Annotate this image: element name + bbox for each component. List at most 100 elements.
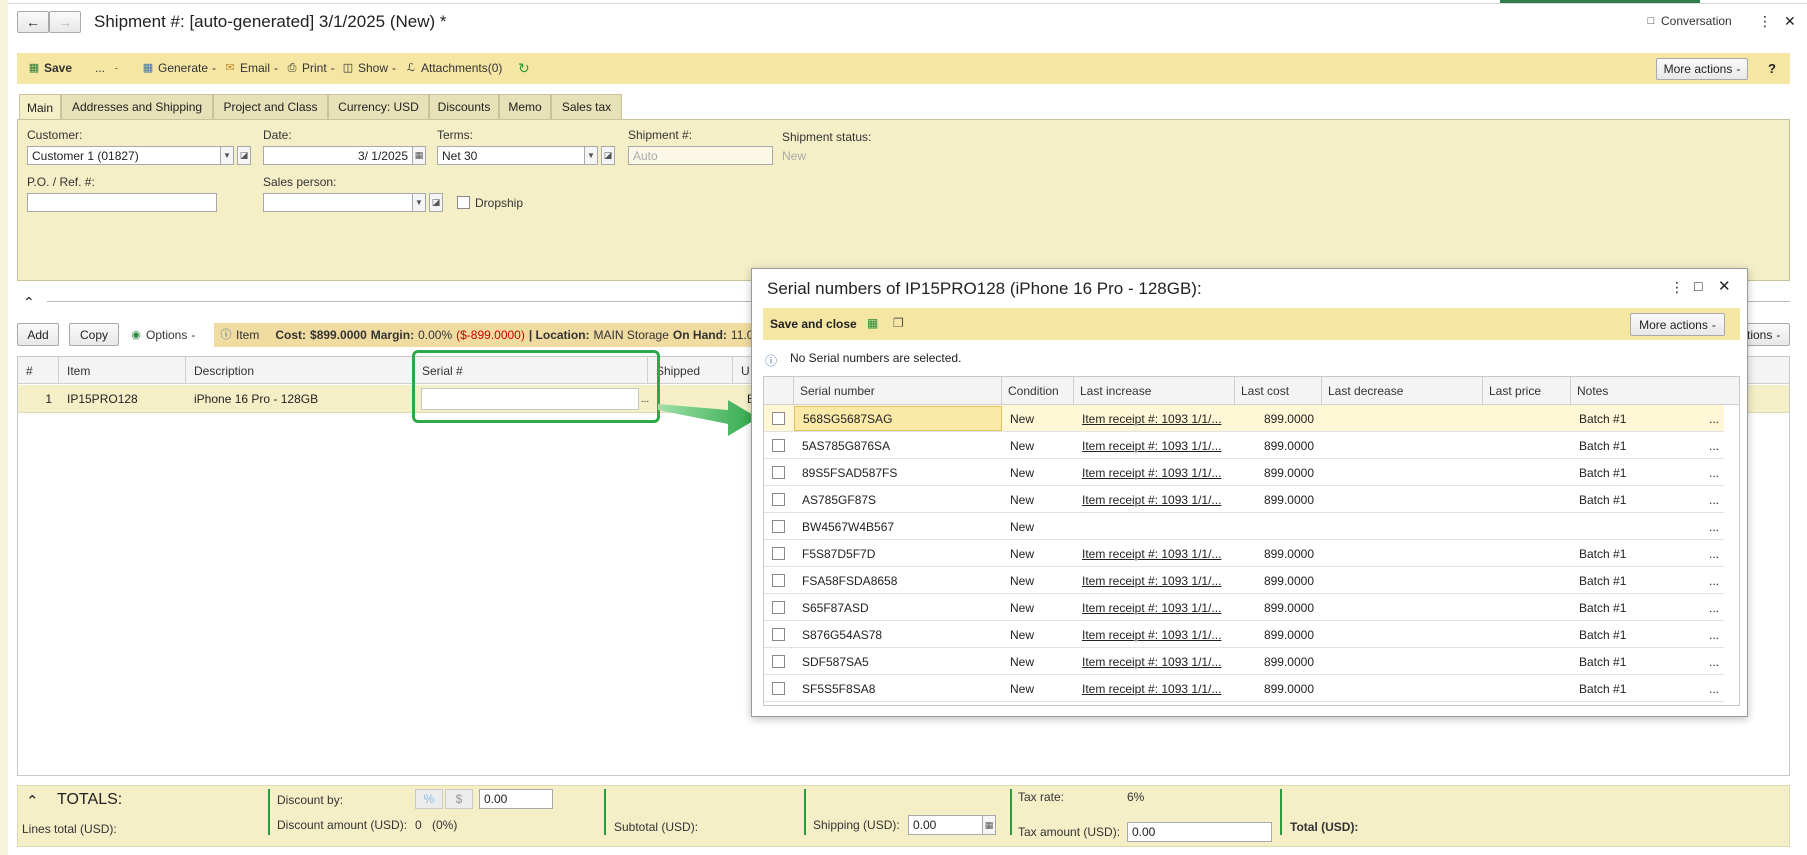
column-header-number[interactable]: # bbox=[18, 357, 59, 384]
conversation-button[interactable]: □ Conversation bbox=[1645, 14, 1732, 28]
column-header-last-price[interactable]: Last price bbox=[1483, 377, 1571, 405]
row-more-button[interactable]: ... bbox=[1709, 648, 1733, 675]
sales-person-field[interactable] bbox=[263, 193, 413, 212]
row-more-button[interactable]: ... bbox=[1709, 486, 1733, 513]
row-checkbox[interactable] bbox=[772, 405, 792, 432]
chevron-up-icon[interactable]: ⌃ bbox=[26, 792, 39, 810]
row-checkbox[interactable] bbox=[772, 648, 792, 675]
copy-icon[interactable]: ❐ bbox=[893, 316, 904, 330]
discount-field[interactable]: 0.00 bbox=[479, 789, 553, 809]
open-link-icon[interactable]: ◪ bbox=[601, 146, 615, 165]
select-all-column[interactable] bbox=[764, 377, 794, 405]
tab-main[interactable]: Main bbox=[19, 94, 61, 120]
row-more-button[interactable]: ... bbox=[1709, 459, 1733, 486]
tax-amount-field[interactable]: 0.00 bbox=[1127, 822, 1272, 842]
last-increase-link[interactable]: Item receipt #: 1093 1/1/... bbox=[1074, 459, 1235, 486]
table-row[interactable]: S65F87ASD New Item receipt #: 1093 1/1/...… bbox=[764, 594, 1724, 621]
tab-memo[interactable]: Memo bbox=[499, 94, 551, 119]
row-checkbox[interactable] bbox=[772, 540, 792, 567]
close-icon[interactable]: ✕ bbox=[1718, 277, 1731, 295]
table-row[interactable]: 568SG5687SAG New Item receipt #: 1093 1/1/… bbox=[764, 405, 1724, 432]
row-more-button[interactable]: ... bbox=[1709, 540, 1733, 567]
email-button[interactable]: ✉ Email - bbox=[224, 61, 278, 75]
chevron-down-icon[interactable]: ▼ bbox=[584, 146, 598, 165]
chevron-down-icon[interactable]: ▼ bbox=[220, 146, 234, 165]
table-row[interactable]: 5AS785G876SA New Item receipt #: 1093 1/1/… bbox=[764, 432, 1724, 459]
row-more-button[interactable]: ... bbox=[1709, 432, 1733, 459]
row-checkbox[interactable] bbox=[772, 675, 792, 702]
row-checkbox[interactable] bbox=[772, 621, 792, 648]
kebab-menu-icon[interactable]: ⋮ bbox=[1670, 279, 1684, 296]
discount-percent-toggle[interactable]: % bbox=[415, 789, 443, 809]
column-header-notes[interactable]: Notes bbox=[1571, 377, 1739, 405]
more-actions-button[interactable]: More actions - bbox=[1656, 58, 1748, 80]
terms-field[interactable]: Net 30 bbox=[437, 146, 585, 165]
add-line-button[interactable]: Add bbox=[17, 323, 59, 346]
row-checkbox[interactable] bbox=[772, 567, 792, 594]
column-header-condition[interactable]: Condition bbox=[1002, 377, 1074, 405]
open-link-icon[interactable]: ◪ bbox=[429, 193, 443, 212]
table-row[interactable]: S876G54AS78 New Item receipt #: 1093 1/1/.… bbox=[764, 621, 1724, 648]
last-increase-link[interactable]: Item receipt #: 1093 1/1/... bbox=[1074, 621, 1235, 648]
table-row[interactable]: F5S87D5F7D New Item receipt #: 1093 1/1/..… bbox=[764, 540, 1724, 567]
save-button[interactable]: ▦ Save bbox=[28, 61, 72, 75]
last-increase-link[interactable]: Item receipt #: 1093 1/1/... bbox=[1074, 432, 1235, 459]
column-header-last-increase[interactable]: Last increase bbox=[1074, 377, 1235, 405]
save-and-close-button[interactable]: Save and close bbox=[770, 317, 857, 331]
table-row[interactable]: BW4567W4B567 New... bbox=[764, 513, 1724, 540]
copy-line-button[interactable]: Copy bbox=[69, 323, 119, 346]
line-item[interactable]: IP15PRO128 bbox=[67, 392, 138, 406]
refresh-icon[interactable]: ↻ bbox=[518, 60, 530, 77]
table-row[interactable]: SDF587SA5 New Item receipt #: 1093 1/1/...… bbox=[764, 648, 1724, 675]
tab-project-class[interactable]: Project and Class bbox=[213, 94, 328, 119]
po-ref-field[interactable] bbox=[27, 193, 217, 212]
date-field[interactable]: 3/ 1/2025 bbox=[263, 146, 413, 165]
back-button[interactable]: ← bbox=[17, 11, 49, 33]
print-button[interactable]: ⎙ Print - bbox=[286, 61, 335, 75]
forward-button[interactable]: → bbox=[49, 11, 81, 33]
row-checkbox[interactable] bbox=[772, 594, 792, 621]
row-more-button[interactable]: ... bbox=[1709, 513, 1733, 540]
row-more-button[interactable]: ... bbox=[1709, 621, 1733, 648]
column-header-item[interactable]: Item bbox=[59, 357, 186, 384]
shipment-number-field[interactable]: Auto bbox=[628, 146, 773, 165]
open-link-icon[interactable]: ◪ bbox=[237, 146, 251, 165]
last-increase-link[interactable]: Item receipt #: 1093 1/1/... bbox=[1074, 594, 1235, 621]
tab-sales-tax[interactable]: Sales tax bbox=[551, 94, 622, 119]
close-icon[interactable]: ✕ bbox=[1784, 13, 1796, 30]
shipping-field[interactable]: 0.00 bbox=[908, 815, 983, 835]
tab-currency[interactable]: Currency: USD bbox=[328, 94, 429, 119]
tab-discounts[interactable]: Discounts bbox=[429, 94, 499, 119]
save-icon[interactable]: ▦ bbox=[867, 316, 878, 330]
dropship-checkbox[interactable] bbox=[457, 196, 470, 212]
show-button[interactable]: ◫ Show - bbox=[342, 61, 396, 75]
table-row[interactable]: SF5S5F8SA8 New Item receipt #: 1093 1/1/..… bbox=[764, 675, 1724, 702]
column-header-shipped[interactable]: Shipped bbox=[648, 357, 733, 384]
row-more-button[interactable]: ... bbox=[1709, 675, 1733, 702]
row-more-button[interactable]: ... bbox=[1709, 594, 1733, 621]
line-description[interactable]: iPhone 16 Pro - 128GB bbox=[194, 392, 318, 406]
calculator-icon[interactable]: ▦ bbox=[982, 815, 996, 835]
chevron-down-icon[interactable]: ▼ bbox=[412, 193, 426, 212]
row-checkbox[interactable] bbox=[772, 513, 792, 540]
discount-dollar-toggle[interactable]: $ bbox=[445, 789, 473, 809]
save-options-dropdown[interactable]: ... - bbox=[95, 61, 118, 75]
last-increase-link[interactable]: Item receipt #: 1093 1/1/... bbox=[1074, 648, 1235, 675]
last-increase-link[interactable]: Item receipt #: 1093 1/1/... bbox=[1074, 540, 1235, 567]
row-more-button[interactable]: ... bbox=[1709, 405, 1733, 432]
attachments-button[interactable]: ℒ Attachments(0) bbox=[405, 61, 502, 75]
column-header-last-decrease[interactable]: Last decrease bbox=[1322, 377, 1483, 405]
column-header-last-cost[interactable]: Last cost bbox=[1235, 377, 1322, 405]
dialog-more-actions-button[interactable]: More actions - bbox=[1630, 313, 1725, 336]
chevron-up-icon[interactable]: ⌃ bbox=[23, 294, 35, 311]
last-increase-link[interactable]: Item receipt #: 1093 1/1/... bbox=[1074, 675, 1235, 702]
generate-button[interactable]: ▦ Generate - bbox=[142, 61, 216, 75]
calendar-icon[interactable]: ▦ bbox=[412, 146, 426, 165]
column-header-serial-number[interactable]: Serial number bbox=[794, 377, 1002, 405]
row-checkbox[interactable] bbox=[772, 486, 792, 513]
tab-addresses-shipping[interactable]: Addresses and Shipping bbox=[61, 94, 213, 119]
row-more-button[interactable]: ... bbox=[1709, 567, 1733, 594]
last-increase-link[interactable]: Item receipt #: 1093 1/1/... bbox=[1074, 405, 1235, 432]
table-row[interactable]: 89S5FSAD587FS New Item receipt #: 1093 1/1… bbox=[764, 459, 1724, 486]
table-row[interactable]: FSA58FSDA8658 New Item receipt #: 1093 1/1… bbox=[764, 567, 1724, 594]
